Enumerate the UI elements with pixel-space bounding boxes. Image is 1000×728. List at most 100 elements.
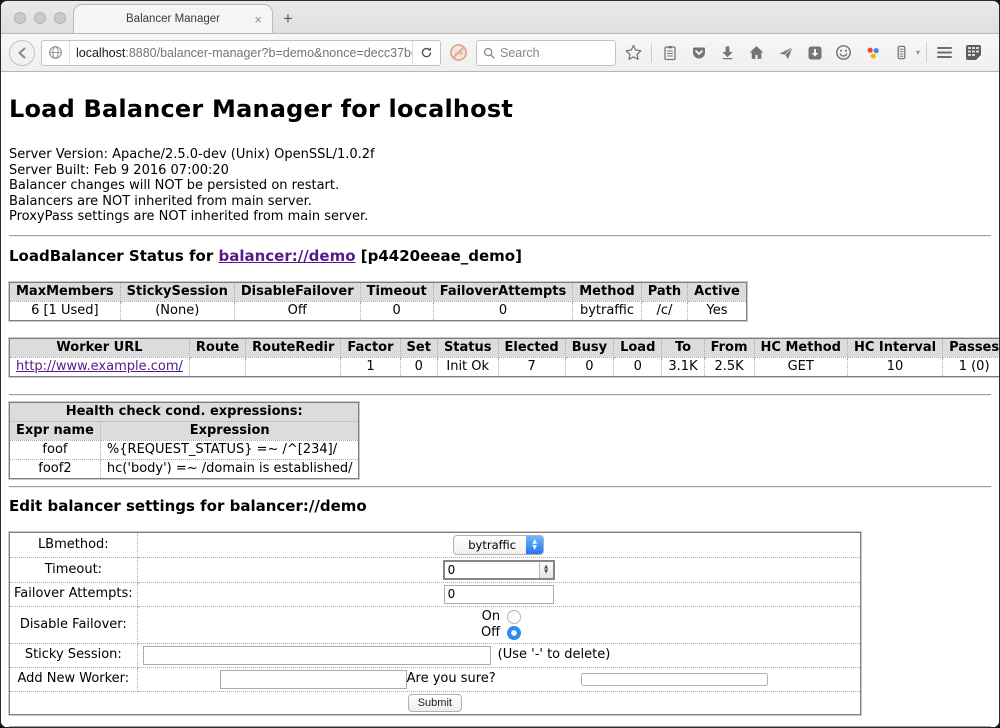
battery-extension-button[interactable] <box>890 41 913 65</box>
search-icon <box>483 47 495 59</box>
home-button[interactable] <box>745 41 768 65</box>
window-controls[interactable] <box>14 12 66 24</box>
zoom-window-button[interactable] <box>54 12 66 24</box>
expr-row: foof2 hc('body') =~ /domain is establish… <box>10 459 359 478</box>
column-header: FailoverAttempts <box>433 282 573 301</box>
back-button[interactable] <box>9 40 35 66</box>
minimize-window-button[interactable] <box>34 12 46 24</box>
expr-row: foof %{REQUEST_STATUS} =~ /^[234]/ <box>10 440 359 459</box>
send-tab-button[interactable] <box>774 41 797 65</box>
bookmarks-menu-button[interactable] <box>658 41 681 65</box>
smiley-icon <box>835 44 852 61</box>
pocket-button[interactable] <box>687 41 710 65</box>
sticky-session-input[interactable] <box>143 646 491 665</box>
cell-stickysession: (None) <box>120 301 234 320</box>
tab-title: Balancer Manager <box>126 13 220 25</box>
new-tab-button[interactable]: + <box>273 4 303 33</box>
cell-status: Init Ok <box>437 357 498 376</box>
column-header: Active <box>688 282 747 301</box>
status-heading-suffix: [p4420eeae_demo] <box>356 247 522 265</box>
server-version-line: Server Version: Apache/2.5.0-dev (Unix) … <box>9 147 991 163</box>
are-you-sure-label: Are you sure? <box>407 671 496 687</box>
cell-path: /c/ <box>641 301 687 320</box>
cell-expr-name: foof <box>10 440 101 459</box>
form-row-failover: Failover Attempts: <box>10 582 861 606</box>
cell-hc-method: GET <box>754 357 847 376</box>
cell-method: bytraffic <box>573 301 641 320</box>
column-header: RouteRedir <box>246 338 341 357</box>
divider <box>9 235 991 237</box>
chevron-down-icon[interactable]: ▾ <box>916 48 920 57</box>
note-inherit-line: Balancers are NOT inherited from main se… <box>9 194 991 210</box>
balancer-demo-link[interactable]: balancer://demo <box>218 247 355 265</box>
lbmethod-selected-value: bytraffic <box>454 536 526 554</box>
disable-failover-label: Disable Failover: <box>10 606 138 643</box>
extension-dots-button[interactable] <box>861 41 884 65</box>
worker-url-link[interactable]: http://www.example.com/ <box>16 359 183 374</box>
cell-failoverattempts: 0 <box>433 301 573 320</box>
balancer-summary-table: MaxMembers StickySession DisableFailover… <box>9 282 747 321</box>
cell-factor: 1 <box>341 357 400 376</box>
reload-button[interactable] <box>412 41 440 65</box>
server-info: Server Version: Apache/2.5.0-dev (Unix) … <box>9 147 991 225</box>
site-identity-globe-icon[interactable] <box>42 41 70 65</box>
status-heading-prefix: LoadBalancer Status for <box>9 247 218 265</box>
cell-timeout: 0 <box>360 301 433 320</box>
column-header: Elected <box>498 338 565 357</box>
grid-extension-button[interactable] <box>962 41 985 65</box>
form-row-timeout: Timeout: ▲▼ <box>10 557 861 582</box>
image-block-button[interactable] <box>447 41 470 65</box>
cell-hc-interval: 10 <box>847 357 942 376</box>
column-header: Load <box>614 338 662 357</box>
health-check-table: Health check cond. expressions: Expr nam… <box>9 402 359 479</box>
add-new-worker-input[interactable] <box>220 670 407 689</box>
search-bar[interactable] <box>476 40 616 66</box>
battery-icon <box>894 44 909 61</box>
column-header: To <box>662 338 704 357</box>
divider <box>9 394 991 396</box>
add-new-worker-label: Add New Worker: <box>10 667 138 691</box>
url-bar[interactable]: localhost:8880/balancer-manager?b=demo&n… <box>41 40 441 66</box>
bookmark-star-button[interactable] <box>622 41 645 65</box>
submit-button[interactable]: Submit <box>408 694 462 712</box>
bookmarks-clipboard-icon <box>662 45 678 61</box>
disable-failover-on-radio[interactable] <box>507 610 521 624</box>
column-header: MaxMembers <box>10 282 121 301</box>
lbmethod-select[interactable]: bytraffic ▲▼ <box>453 535 544 555</box>
downloads-button[interactable] <box>716 41 739 65</box>
search-input[interactable] <box>500 46 609 60</box>
divider <box>9 486 991 488</box>
toolbar-separator <box>651 43 652 62</box>
balancer-settings-form: LBmethod: bytraffic ▲▼ Timeout: ▲▼ <box>9 532 861 715</box>
image-block-icon <box>449 43 468 62</box>
are-you-sure-checkbox[interactable] <box>581 673 768 686</box>
url-input[interactable]: localhost:8880/balancer-manager?b=demo&n… <box>70 46 412 60</box>
toolbar-separator <box>926 43 927 62</box>
disable-failover-off-radio[interactable] <box>507 626 521 640</box>
balancer-status-heading: LoadBalancer Status for balancer://demo … <box>9 247 991 265</box>
square-download-icon <box>807 45 823 61</box>
timeout-input[interactable] <box>445 562 539 578</box>
sticky-session-label: Sticky Session: <box>10 643 138 667</box>
forum-button[interactable] <box>832 41 855 65</box>
note-persist-line: Balancer changes will NOT be persisted o… <box>9 178 991 194</box>
page-title: Load Balancer Manager for localhost <box>9 95 991 123</box>
download-manager-button[interactable] <box>803 41 826 65</box>
menu-button[interactable] <box>933 41 956 65</box>
cell-disablefailover: Off <box>234 301 360 320</box>
column-header: DisableFailover <box>234 282 360 301</box>
back-arrow-icon <box>15 46 29 60</box>
tab-close-icon[interactable]: × <box>254 13 262 26</box>
browser-tab[interactable]: Balancer Manager × <box>73 4 273 33</box>
column-header: Status <box>437 338 498 357</box>
number-spinner-icon[interactable]: ▲▼ <box>539 562 553 578</box>
note-proxypass-line: ProxyPass settings are NOT inherited fro… <box>9 209 991 225</box>
cell-routeredir <box>246 357 341 376</box>
pocket-icon <box>691 45 707 61</box>
close-window-button[interactable] <box>14 12 26 24</box>
table-row: 6 [1 Used] (None) Off 0 0 bytraffic /c/ … <box>10 301 747 320</box>
failover-attempts-input[interactable] <box>444 585 554 604</box>
table-header-row: Expr name Expression <box>10 421 359 440</box>
tab-bar: Balancer Manager × + <box>1 1 999 34</box>
url-host: localhost <box>76 46 125 60</box>
